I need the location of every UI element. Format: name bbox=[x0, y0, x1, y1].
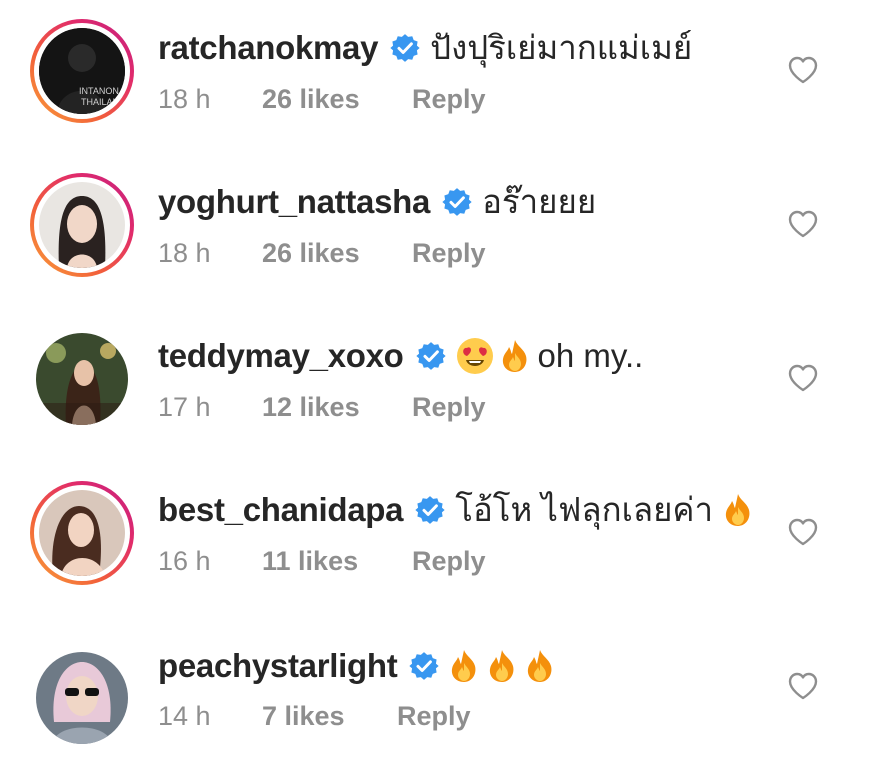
avatar-wrapper[interactable] bbox=[30, 646, 134, 750]
reply-button[interactable]: Reply bbox=[412, 82, 486, 116]
likes-count[interactable]: 7 likes bbox=[262, 699, 397, 733]
username[interactable]: ratchanokmay bbox=[158, 28, 378, 68]
comment-text: โอ้โห ไฟลุกเลยค่า bbox=[455, 491, 714, 528]
comment-item: yoghurt_nattasha อร๊ายยย 18 h 26 likes Rep… bbox=[0, 154, 869, 308]
likes-count[interactable]: 26 likes bbox=[262, 236, 412, 270]
timestamp: 16 h bbox=[158, 546, 211, 576]
comment-item: best_chanidapa โอ้โห ไฟลุกเลยค่า 16 h 11 … bbox=[0, 462, 869, 616]
username[interactable]: teddymay_xoxo bbox=[158, 336, 404, 376]
fire-emoji bbox=[500, 339, 530, 373]
comment-text: อร๊ายยย bbox=[482, 183, 597, 220]
comment-body: ratchanokmay ปังปุริเย่มากแม่เมย์ bbox=[158, 28, 692, 68]
timestamp: 18 h bbox=[158, 238, 211, 268]
likes-count[interactable]: 12 likes bbox=[262, 390, 412, 424]
avatar-image bbox=[39, 182, 125, 268]
likes-count[interactable]: 11 likes bbox=[262, 544, 412, 578]
comment-item: INTANON THAILAND ratchanokmay ปังปุริเย่… bbox=[0, 0, 869, 154]
heart-outline-icon[interactable] bbox=[787, 208, 819, 240]
avatar-wrapper[interactable] bbox=[30, 327, 134, 431]
heart-eyes-emoji bbox=[456, 337, 494, 375]
username[interactable]: peachystarlight bbox=[158, 646, 398, 686]
fire-emoji bbox=[487, 649, 517, 683]
timestamp: 17 h bbox=[158, 392, 211, 422]
comment-text: oh my.. bbox=[537, 337, 644, 374]
verified-badge-icon bbox=[416, 341, 446, 371]
verified-badge-icon bbox=[415, 495, 445, 525]
comment-text: ปังปุริเย่มากแม่เมย์ bbox=[430, 29, 693, 66]
comment-item: teddymay_xoxo oh my.. 17 h 12 likes Reply bbox=[0, 308, 869, 462]
comment-meta: 14 h 7 likes Reply bbox=[158, 699, 471, 733]
heart-outline-icon[interactable] bbox=[787, 516, 819, 548]
verified-badge-icon bbox=[390, 33, 420, 63]
comment-meta: 18 h 26 likes Reply bbox=[158, 236, 486, 270]
avatar[interactable] bbox=[36, 333, 128, 425]
comment-item: peachystarlight 14 h 7 likes Reply bbox=[0, 616, 869, 770]
verified-badge-icon bbox=[442, 187, 472, 217]
reply-button[interactable]: Reply bbox=[397, 699, 471, 733]
avatar[interactable] bbox=[39, 182, 125, 268]
fire-emoji bbox=[525, 649, 555, 683]
comment-meta: 17 h 12 likes Reply bbox=[158, 390, 486, 424]
comment-body: teddymay_xoxo oh my.. bbox=[158, 336, 643, 376]
comment-body: peachystarlight bbox=[158, 646, 563, 686]
fire-emoji bbox=[449, 649, 479, 683]
verified-badge-icon bbox=[409, 651, 439, 681]
story-ring[interactable] bbox=[30, 173, 134, 277]
timestamp: 18 h bbox=[158, 84, 211, 114]
comment-body: yoghurt_nattasha อร๊ายยย bbox=[158, 182, 596, 222]
avatar-image bbox=[36, 333, 128, 425]
username[interactable]: yoghurt_nattasha bbox=[158, 182, 430, 222]
username[interactable]: best_chanidapa bbox=[158, 490, 404, 530]
reply-button[interactable]: Reply bbox=[412, 236, 486, 270]
story-ring[interactable]: INTANON THAILAND bbox=[30, 19, 134, 123]
avatar[interactable]: INTANON THAILAND bbox=[39, 28, 125, 114]
heart-outline-icon[interactable] bbox=[787, 670, 819, 702]
comment-meta: 18 h 26 likes Reply bbox=[158, 82, 486, 116]
comment-meta: 16 h 11 likes Reply bbox=[158, 544, 486, 578]
likes-count[interactable]: 26 likes bbox=[262, 82, 412, 116]
heart-outline-icon[interactable] bbox=[787, 362, 819, 394]
reply-button[interactable]: Reply bbox=[412, 544, 486, 578]
avatar-text-1: INTANON bbox=[79, 86, 119, 96]
avatar[interactable] bbox=[36, 652, 128, 744]
timestamp: 14 h bbox=[158, 701, 211, 731]
avatar-image bbox=[36, 652, 128, 744]
avatar[interactable] bbox=[39, 490, 125, 576]
fire-emoji bbox=[723, 493, 753, 527]
avatar-image: INTANON THAILAND bbox=[39, 28, 125, 114]
comment-body: best_chanidapa โอ้โห ไฟลุกเลยค่า bbox=[158, 490, 761, 530]
avatar-image bbox=[39, 490, 125, 576]
reply-button[interactable]: Reply bbox=[412, 390, 486, 424]
heart-outline-icon[interactable] bbox=[787, 54, 819, 86]
story-ring[interactable] bbox=[30, 481, 134, 585]
